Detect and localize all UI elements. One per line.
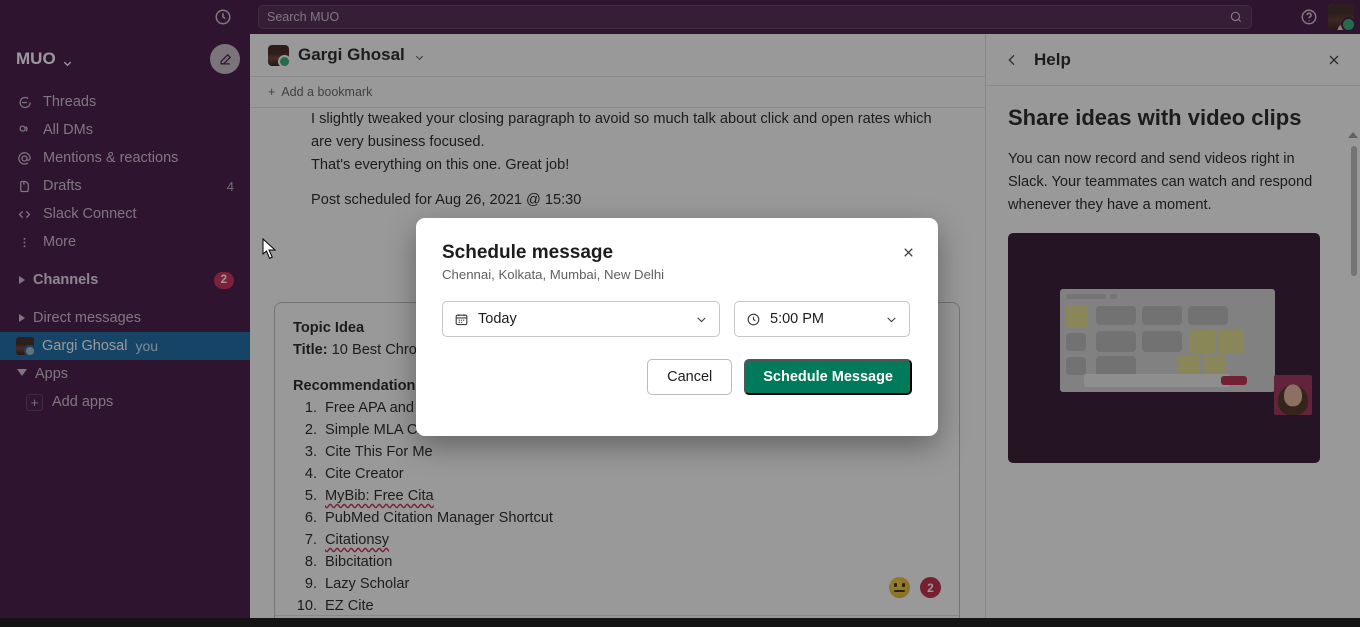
schedule-message-dialog: Schedule message Chennai, Kolkata, Mumba…: [416, 218, 938, 436]
clock-icon: [746, 312, 761, 327]
calendar-icon: [454, 312, 469, 327]
chevron-down-icon: [885, 313, 898, 326]
mouse-cursor: [262, 237, 278, 265]
dialog-actions: Cancel Schedule Message: [416, 337, 938, 395]
dialog-subtitle: Chennai, Kolkata, Mumbai, New Delhi: [442, 267, 665, 282]
schedule-date-value: Today: [478, 311, 517, 327]
schedule-date-select[interactable]: Today: [442, 301, 720, 337]
dialog-title: Schedule message: [442, 242, 614, 263]
schedule-time-value: 5:00 PM: [770, 311, 824, 327]
slack-window: Search MUO MUO Threads All DMs Mentions …: [0, 0, 1360, 627]
schedule-message-button[interactable]: Schedule Message: [744, 359, 912, 395]
dialog-fields: Today 5:00 PM: [416, 282, 938, 337]
chevron-down-icon: [695, 313, 708, 326]
close-icon[interactable]: [901, 245, 916, 260]
cancel-button[interactable]: Cancel: [647, 359, 733, 395]
schedule-time-select[interactable]: 5:00 PM: [734, 301, 910, 337]
dialog-header: Schedule message Chennai, Kolkata, Mumba…: [416, 218, 938, 282]
